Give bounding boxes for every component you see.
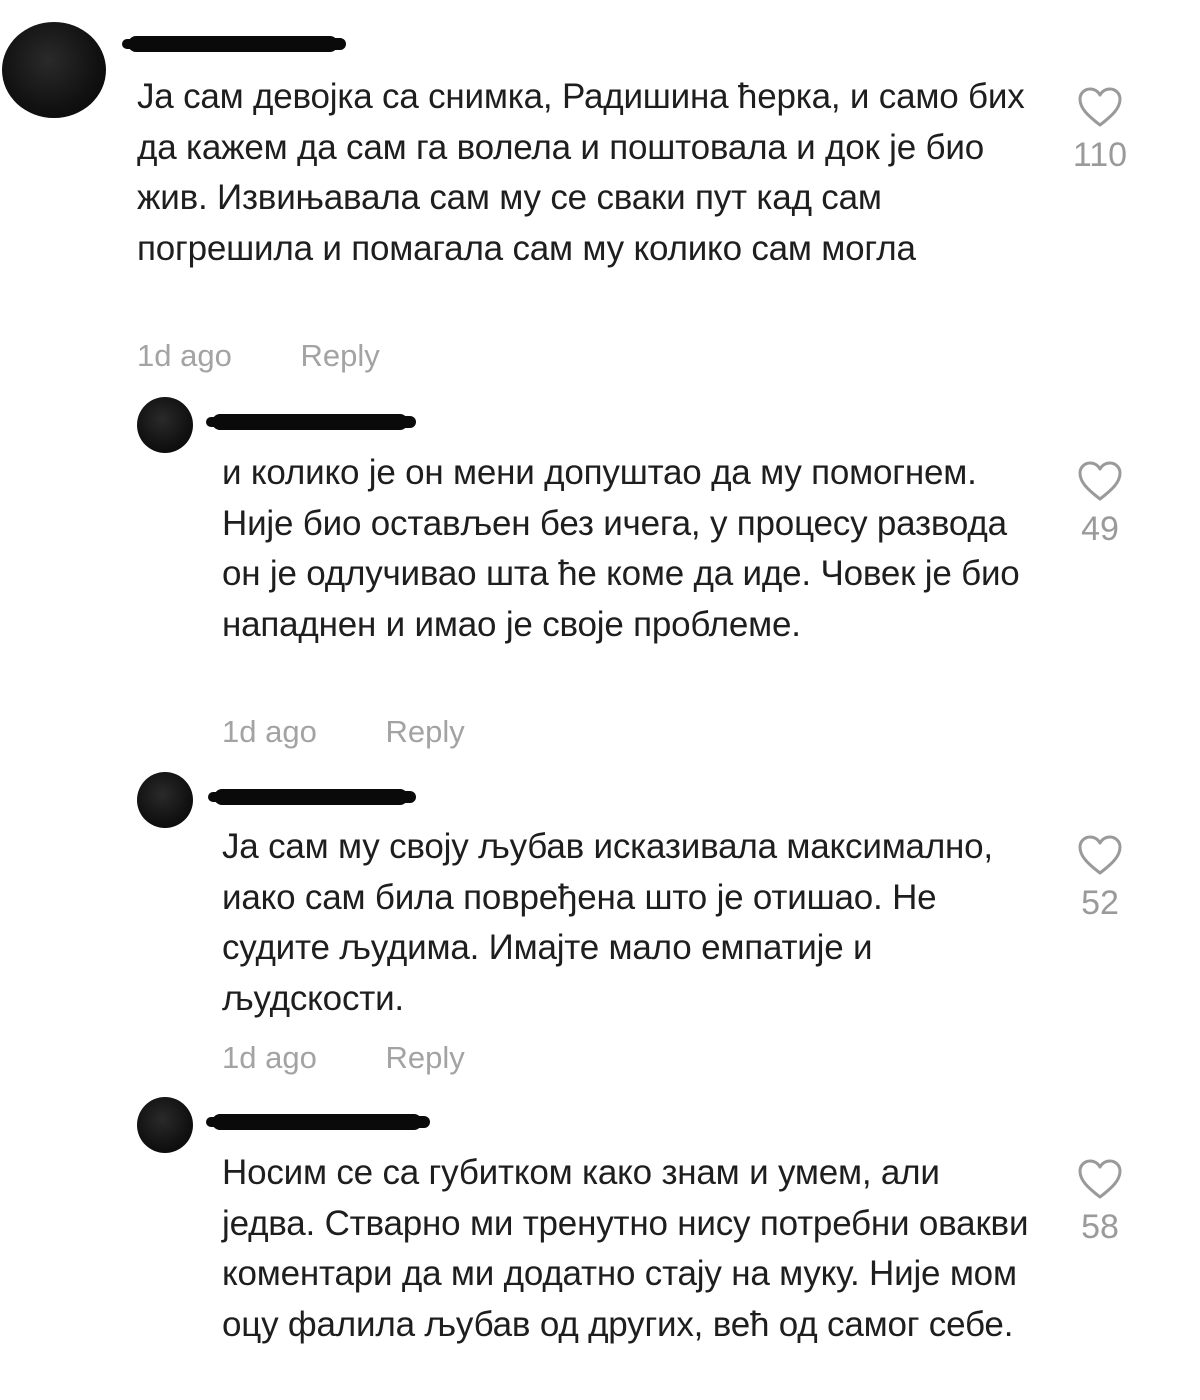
comment-meta: 1d ago Reply [137, 338, 380, 374]
heart-outline-icon [1078, 1159, 1122, 1199]
heart-outline-icon [1078, 87, 1122, 127]
like-count: 58 [1081, 1208, 1119, 1246]
comment-text: Носим се са губитком како знам и умем, а… [222, 1153, 1029, 1344]
redacted-username[interactable] [206, 1114, 430, 1130]
like-count: 49 [1081, 510, 1119, 548]
comment-time: 1d ago [222, 1040, 317, 1075]
redacted-username[interactable] [122, 36, 346, 52]
avatar[interactable] [137, 1097, 193, 1153]
reply-button[interactable]: Reply [385, 714, 464, 749]
avatar[interactable] [137, 772, 193, 828]
like-count: 110 [1072, 136, 1128, 174]
reply-button[interactable]: Reply [300, 338, 379, 373]
redacted-username[interactable] [208, 789, 416, 805]
like-button[interactable]: 49 [1070, 460, 1130, 549]
like-button[interactable]: 58 [1070, 1158, 1130, 1247]
comment-text: и колико је он мени допуштао да му помог… [222, 453, 1020, 644]
comment-time: 1d ago [137, 338, 232, 373]
redacted-username[interactable] [206, 414, 416, 430]
comment-time: 1d ago [222, 714, 317, 749]
avatar[interactable] [137, 397, 193, 453]
reply-button[interactable]: Reply [385, 1040, 464, 1075]
like-button[interactable]: 110 [1070, 86, 1130, 175]
heart-outline-icon [1078, 461, 1122, 501]
heart-outline-icon [1078, 835, 1122, 875]
avatar[interactable] [2, 22, 106, 118]
comment-text: Ја сам девојка са снимка, Радишина ћерка… [137, 77, 1025, 268]
comment-meta: 1d ago Reply [222, 714, 465, 750]
comment-text: Ја сам му своју љубав исказивала максима… [222, 827, 993, 1018]
comment-meta: 1d ago Reply [222, 1040, 465, 1076]
like-button[interactable]: 52 [1070, 834, 1130, 923]
like-count: 52 [1081, 884, 1119, 922]
